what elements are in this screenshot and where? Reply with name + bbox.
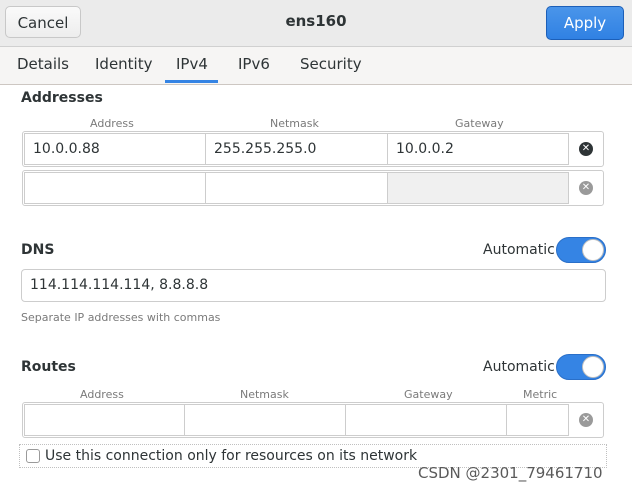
address-input[interactable]: 10.0.0.88 xyxy=(24,133,206,165)
route-netmask-input[interactable] xyxy=(184,404,346,436)
gateway-input[interactable] xyxy=(387,172,569,204)
routes-automatic-switch[interactable] xyxy=(556,354,606,380)
route-address-input[interactable] xyxy=(24,404,185,436)
switch-knob xyxy=(582,356,604,378)
only-resources-label[interactable]: Use this connection only for resources o… xyxy=(45,448,417,464)
dns-automatic-switch[interactable] xyxy=(556,237,606,263)
delete-route-icon[interactable]: ✕ xyxy=(579,413,593,427)
addresses-title: Addresses xyxy=(21,90,103,106)
dns-hint: Separate IP addresses with commas xyxy=(21,311,221,324)
tab-details[interactable]: Details xyxy=(17,55,69,73)
routes-col-gateway: Gateway xyxy=(404,388,453,401)
routes-title: Routes xyxy=(21,359,76,375)
routes-col-netmask: Netmask xyxy=(240,388,289,401)
watermark-text: CSDN @2301_79461710 xyxy=(418,464,603,482)
netmask-input[interactable] xyxy=(205,172,388,204)
dns-input[interactable]: 114.114.114.114, 8.8.8.8 xyxy=(21,269,606,302)
addresses-col-gateway: Gateway xyxy=(455,117,504,130)
delete-row-icon[interactable]: ✕ xyxy=(579,181,593,195)
route-gateway-input[interactable] xyxy=(345,404,507,436)
route-metric-input[interactable] xyxy=(506,404,569,436)
switch-knob xyxy=(582,239,604,261)
tab-security[interactable]: Security xyxy=(300,55,362,73)
delete-row-icon[interactable]: ✕ xyxy=(579,142,593,156)
tab-bar: Details Identity IPv4 IPv6 Security xyxy=(0,47,632,85)
header-bar: Cancel ens160 Apply xyxy=(0,0,632,47)
window-title: ens160 xyxy=(285,12,347,30)
apply-button[interactable]: Apply xyxy=(546,6,624,40)
dns-title: DNS xyxy=(21,242,55,258)
address-input[interactable] xyxy=(24,172,206,204)
routes-col-metric: Metric xyxy=(523,388,558,401)
tab-ipv6[interactable]: IPv6 xyxy=(238,55,270,73)
routes-col-address: Address xyxy=(80,388,124,401)
routes-automatic-label: Automatic xyxy=(483,359,555,375)
tab-identity[interactable]: Identity xyxy=(95,55,153,73)
dns-automatic-label: Automatic xyxy=(483,242,555,258)
gateway-input[interactable]: 10.0.0.2 xyxy=(387,133,569,165)
active-tab-indicator xyxy=(165,80,218,83)
only-resources-checkbox[interactable] xyxy=(26,449,40,463)
netmask-input[interactable]: 255.255.255.0 xyxy=(205,133,388,165)
addresses-col-address: Address xyxy=(90,117,134,130)
tab-ipv4[interactable]: IPv4 xyxy=(176,55,208,73)
addresses-col-netmask: Netmask xyxy=(270,117,319,130)
